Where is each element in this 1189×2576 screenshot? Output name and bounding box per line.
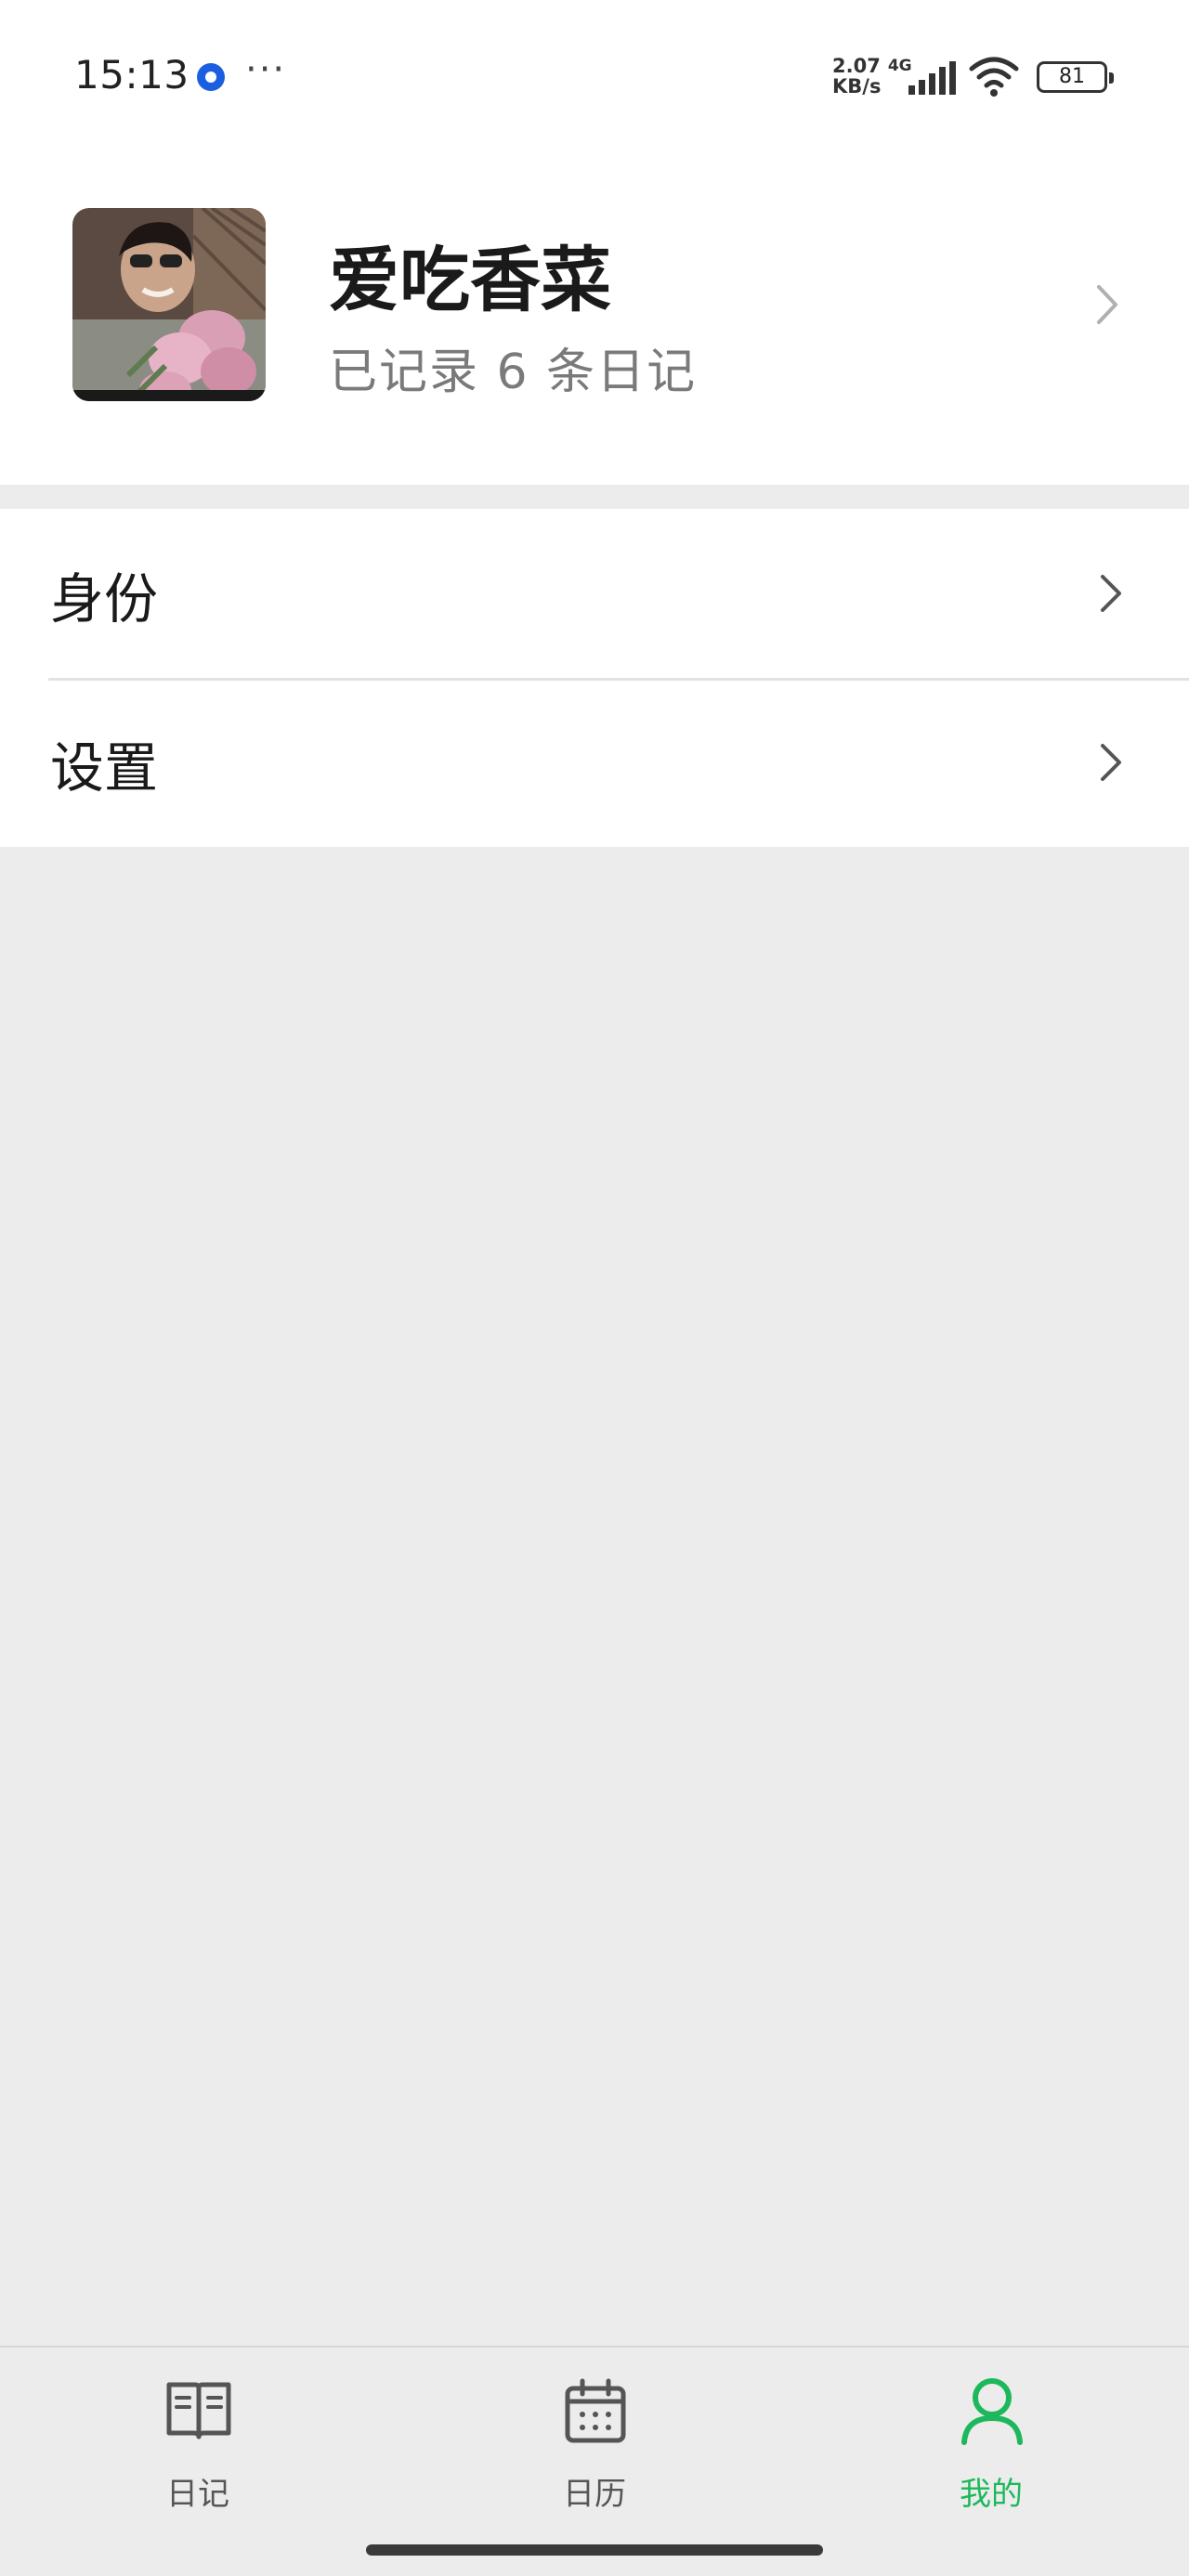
diary-count: 已记录 6 条日记 — [329, 345, 698, 400]
chevron-right-icon — [1097, 285, 1117, 324]
network-speed: 2.07 4G KB/s — [832, 56, 920, 102]
menu-item-label: 设置 — [50, 736, 159, 800]
more-notifications-icon: ··· — [245, 48, 287, 91]
network-speed-value: 2.07 — [832, 55, 881, 77]
battery-icon: 81 — [1037, 61, 1114, 93]
tab-diary[interactable]: 日记 — [0, 2348, 396, 2533]
status-time: 15:13 — [74, 52, 189, 98]
signal-icon — [908, 61, 956, 95]
status-bar: 15:13 ··· 2.07 4G KB/s 81 — [0, 0, 1189, 149]
tab-calendar[interactable]: 日历 — [397, 2348, 792, 2533]
settings-menu: 身份 设置 — [0, 509, 1189, 847]
network-speed-unit: KB/s — [832, 75, 882, 98]
chevron-right-icon — [1101, 744, 1121, 781]
avatar-image — [72, 208, 266, 401]
wifi-icon — [969, 57, 1019, 97]
tab-label: 我的 — [960, 2476, 1023, 2513]
tab-mine[interactable]: 我的 — [793, 2348, 1189, 2533]
avatar[interactable] — [72, 208, 266, 401]
notification-app-icon — [197, 63, 225, 91]
menu-item-identity[interactable]: 身份 — [0, 509, 1189, 678]
home-indicator[interactable] — [366, 2544, 823, 2556]
calendar-icon — [565, 2378, 626, 2443]
bottom-nav: 日记 日历 我的 — [0, 2346, 1189, 2576]
tab-label: 日记 — [166, 2476, 229, 2513]
menu-item-label: 身份 — [50, 567, 159, 631]
person-icon — [961, 2378, 1023, 2445]
profile-card[interactable]: 爱吃香菜 已记录 6 条日记 — [0, 149, 1189, 485]
menu-item-settings[interactable]: 设置 — [0, 678, 1189, 847]
book-icon — [166, 2382, 231, 2439]
profile-name: 爱吃香菜 — [329, 239, 611, 321]
tab-label: 日历 — [563, 2476, 626, 2513]
chevron-right-icon — [1101, 575, 1121, 612]
